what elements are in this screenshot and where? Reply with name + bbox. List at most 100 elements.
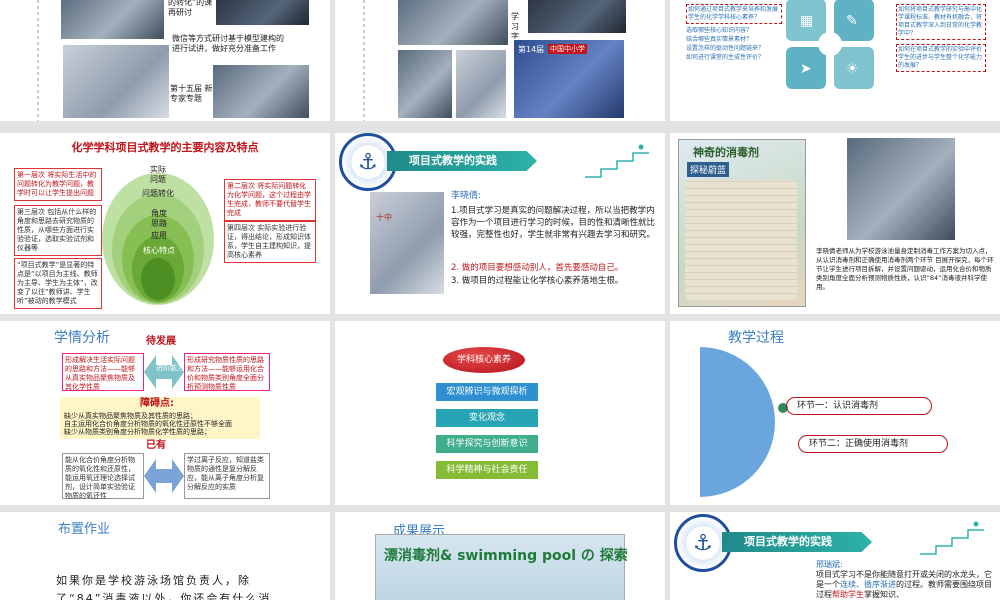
edit-icon: ✎ [846, 13, 858, 29]
caption: 李晓倩老师从为学校游泳池量身定制消毒工作方案为切入点，从认识消毒剂和正确使用消毒… [816, 247, 994, 291]
ring-label: 核心特点 [143, 246, 175, 255]
slide-thumbnail-7[interactable]: 学情分析 待发展 形成解决生活实际问题的思路和方法——能够从真实物品聚焦物质及其… [0, 321, 330, 505]
gate-text: 十中 [376, 213, 392, 222]
poster-title: 神奇的消毒剂 [693, 146, 759, 159]
body-text-part: 掌握知识、 [864, 590, 904, 599]
slide-thumbnail-6[interactable]: 神奇的消毒剂 探秘蔚蓝 李晓倩老师从为学校游泳池量身定制消毒工作方案为切入点，从… [670, 133, 1000, 314]
note-box: 第一层次 将实际生活中的问题转化为教学问题，教学时可以让学生提出问题 [14, 168, 102, 201]
ceremony-photo: 第14届 中国中小学 [513, 39, 625, 119]
question-item: 设置怎样的驱动性问题链来？ [686, 45, 765, 52]
step-2: 环节二：正确使用消毒剂 [798, 435, 948, 453]
speaker-photo: 十中 [369, 191, 445, 295]
meeting-photo [215, 0, 310, 26]
question-item: 结合哪些真实情景素材？ [686, 36, 753, 43]
slide-thumbnail-4[interactable]: 化学学科项目式教学的主要内容及特点 实际问题 问题转化 角度思路 应用 核心特点… [0, 133, 330, 314]
slide-title: 化学学科项目式教学的主要内容及特点 [71, 141, 259, 154]
caption-mid: 微信等方式研讨基于模型建构的进行试讲，做好充分准备工作 [172, 34, 284, 53]
speaker-name: 李晓倩: [451, 191, 482, 201]
paragraph-3: 3. 做项目的过程能让化学核心素养落地生根。 [451, 276, 624, 286]
slide-thumbnail-5[interactable]: ⚓ 项目式教学的实践 十中 李晓倩: 1.项目式学习是真实的问题解决过程，所以当… [335, 133, 665, 314]
slide-thumbnail-2[interactable]: 学习字 第14届 中国中小学 [335, 0, 665, 121]
obstacle-label: 障碍点: [140, 398, 174, 409]
have-right-box: 学过离子反应，知道盐类物质的通性是复分解反应，能从离子角度分析复分解反应的实质 [184, 453, 270, 499]
teacher-photo [397, 49, 453, 119]
slide-thumbnail-12[interactable]: ⚓ 项目式教学的实践 邢瑞斌: 项目式学习不是你能随意打开或关闭的水龙头，它是一… [670, 512, 1000, 600]
slide-thumbnail-8[interactable]: 学科核心素养 宏观辨识与微观探析 变化观念 科学探究与创新意识 科学精神与社会责… [335, 321, 665, 505]
lab-photo [455, 49, 507, 119]
ring-label: 实际问题 [150, 165, 166, 184]
slide-thumbnail-3[interactable]: 如何通过项目式教学来培养和发展学生的化学学科核心素养？ 选取哪些核心知识内容？ … [670, 0, 1000, 121]
ring-label: 应用 [151, 231, 167, 240]
questions-left: 如何通过项目式教学来培养和发展学生的化学学科核心素养？ 选取哪些核心知识内容？ … [686, 4, 782, 62]
students-photo [397, 0, 509, 46]
literacy-item: 宏观辨识与微观探析 [436, 383, 538, 401]
quadrant-diagram: ▦ ✎ ➤ ☀ [786, 0, 874, 89]
obstacle-line: 缺少从物质类别角度分析物质化学性质的思路； [64, 428, 211, 436]
double-arrow-icon [144, 459, 184, 493]
literacy-item: 科学精神与社会责任 [436, 461, 538, 479]
note-box: 第三层次 包括从什么样的角度和思路去研究物质的性质，从哪些方面进行实验验证，选取… [14, 205, 102, 256]
poster-subtitle: 探秘蔚蓝 [687, 162, 730, 177]
body-text: 项目式学习不是你能随意打开或关闭的水龙头，它是一个连续、循序渐进的过程。教师需要… [816, 570, 994, 600]
poster-photo: 神奇的消毒剂 探秘蔚蓝 [678, 139, 806, 307]
question-item: 如何将项目式教学研究与高中化学课程标准、教材有机融合，将项目式教学深入到日常的化… [896, 4, 986, 40]
stairs-figure-icon [920, 521, 984, 555]
core-literacy-header: 学科核心素养 [443, 347, 525, 373]
questions-right: 如何将项目式教学研究与高中化学课程标准、教材有机融合，将项目式教学深入到日常的化… [896, 4, 986, 72]
slide-title: 布置作业 [58, 522, 111, 537]
lecture-hall-photo [62, 44, 170, 119]
slide-thumbnail-1[interactable]: 的转化”的课再研讨 微信等方式研讨基于模型建构的进行试讲，做好充分准备工作 第十… [0, 0, 330, 121]
paragraph-2: 2. 做的项目要想感动别人，首先要感动自己。 [451, 263, 624, 273]
obstacle-line: 缺少从真实物品聚焦物质及其性质的思路； [64, 412, 197, 420]
arrow-label: 进阶能力 [156, 364, 184, 372]
speaker-name: 邢瑞斌: [816, 560, 843, 569]
question-item: 选取哪些核心知识内容？ [686, 27, 753, 34]
have-left-box: 能从化合价角度分析物质的氧化性和还原性，能运用氧还理论选择试剂，设计简单实验验证… [62, 453, 144, 500]
lack-right-box: 形成研究物质性质的思路和方法——能够运用化合价和物质类别角度全面分析预测物质性质 [184, 353, 270, 391]
half-circle-decoration [700, 347, 788, 497]
obstacle-line: 自主运用化合价角度分析物质的氧化性还原性不够全面 [64, 420, 232, 428]
body-text-emphasis: 连续、循序渐进 [840, 580, 896, 589]
stage-photo [212, 64, 310, 119]
poster-photo: 漂消毒剂& swimming pool の 探索 [375, 534, 628, 600]
caption-top: 的转化”的课再研讨 [168, 0, 213, 17]
lack-left-box: 形成解决生活实际问题的思路和方法——能够从真实物品聚焦物质及其化学性质 [62, 353, 144, 391]
audience-photo [527, 0, 627, 34]
have-label: 已有 [146, 440, 166, 451]
section-banner: 项目式教学的实践 [722, 532, 872, 552]
body-text-emphasis: 帮助学生 [832, 590, 864, 599]
section-banner: 项目式教学的实践 [387, 151, 537, 171]
slide-thumbnail-10[interactable]: 布置作业 如果你是学校游泳场馆负责人，除了“84”消毒液以外，你还会有什么消毒剂… [0, 512, 330, 600]
lack-label: 待发展 [146, 336, 176, 347]
step-1: 环节一：认识消毒剂 [786, 397, 932, 415]
caption-bottom: 第十五届 新专家专题 [170, 84, 213, 103]
slide-title: 学情分析 [54, 330, 110, 346]
poster-text: 漂消毒剂& swimming pool の 探索 [384, 548, 628, 564]
slide-thumbnail-11[interactable]: 成果展示 漂消毒剂& swimming pool の 探索 [335, 512, 665, 600]
note-box: “项目式教学”是显著的特点是“以项目为主线、教师为主导、学生为主体”，改变了以往… [14, 258, 102, 309]
classroom-photo [60, 0, 165, 40]
slide-thumbnail-9[interactable]: 教学过程 环节一：认识消毒剂 环节二：正确使用消毒剂 [670, 321, 1000, 505]
sign-text: 中国中小学 [548, 44, 587, 54]
bulb-icon: ☀ [846, 61, 859, 77]
classroom-photo [846, 137, 956, 241]
ring-label: 问题转化 [142, 189, 174, 198]
poster-content [685, 180, 797, 300]
question-item: 如何在项目式教学的实验中评价学生的进步与学生整个化学能力的发展？ [896, 44, 986, 72]
assignment-text: 如果你是学校游泳场馆负责人，除了“84”消毒液以外，你还会有什么消毒剂选择 [56, 574, 272, 600]
screen-text: 第14届 [518, 45, 545, 54]
note-box: 第四层次 实际实验进行验证，得出结论，形成知识体系，学生自主建构知识，提高核心素… [224, 221, 316, 263]
note-box: 第二层次 将实际问题转化为化学问题，这个过程由学生完成，教师不要代替学生完成 [224, 179, 316, 221]
cursor-icon: ➤ [800, 61, 812, 77]
question-item: 如何进行课堂的生成性评价？ [686, 54, 765, 61]
question-item: 如何通过项目式教学来培养和发展学生的化学学科核心素养？ [686, 4, 782, 24]
chart-icon: ▦ [800, 13, 813, 29]
paragraph-1: 1.项目式学习是真实的问题解决过程，所以当把教学内容作为一个项目进行学习的时候，… [451, 206, 656, 240]
caption: 学习字 [511, 12, 519, 41]
ring-label: 角度思路 [151, 209, 167, 228]
literacy-item: 科学探究与创新意识 [436, 435, 538, 453]
stairs-figure-icon [585, 144, 649, 178]
decorative-line-icon [37, 0, 39, 121]
decorative-line-icon [363, 0, 365, 121]
literacy-item: 变化观念 [436, 409, 538, 427]
